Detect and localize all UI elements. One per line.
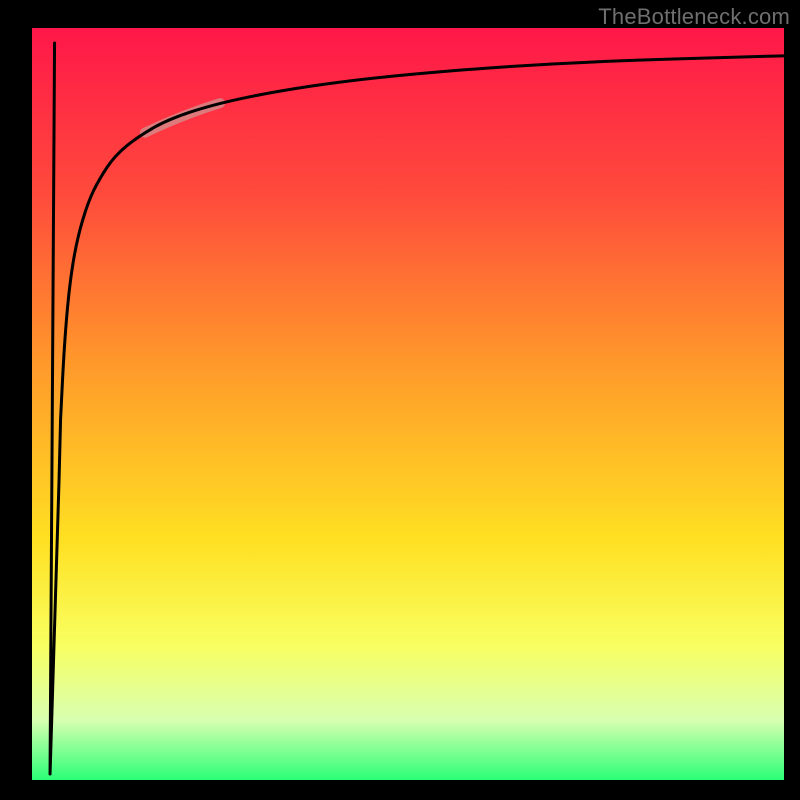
chart-background <box>32 28 784 780</box>
chart-svg <box>32 28 784 780</box>
plot-area <box>32 28 784 780</box>
chart-frame: TheBottleneck.com <box>0 0 800 800</box>
watermark-text: TheBottleneck.com <box>598 4 790 30</box>
